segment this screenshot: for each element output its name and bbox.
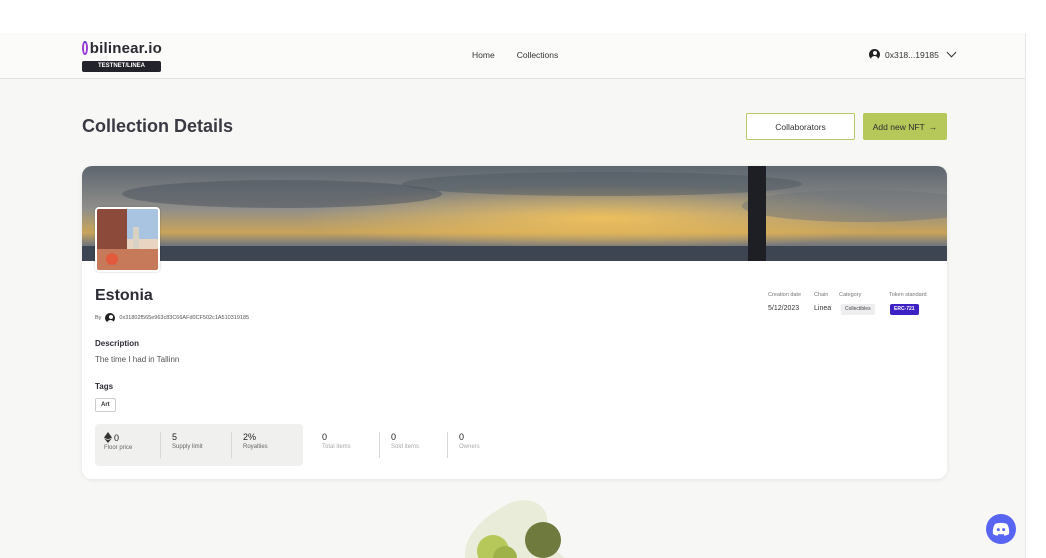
stat-divider bbox=[379, 432, 380, 458]
sold-items-label: Sold items bbox=[391, 444, 420, 450]
wallet-address: 0x318...19185 bbox=[885, 49, 939, 60]
collaborators-button[interactable]: Collaborators bbox=[746, 113, 855, 140]
collection-banner bbox=[82, 166, 947, 261]
tags-label: Tags bbox=[95, 382, 114, 391]
account-icon bbox=[869, 49, 880, 60]
creator-row: By 0x31802f565e963c83C66AFd0CF502c1A5103… bbox=[95, 313, 249, 323]
by-label: By bbox=[95, 315, 102, 321]
add-nft-label: Add new NFT bbox=[872, 121, 925, 132]
chevron-down-icon bbox=[946, 47, 957, 58]
owners-value: 0 bbox=[459, 432, 465, 442]
nav-collections[interactable]: Collections bbox=[517, 50, 559, 60]
main-nav: Home Collections bbox=[472, 50, 558, 60]
supply-limit-label: Supply limit bbox=[172, 444, 203, 450]
wallet-menu[interactable]: 0x318...19185 bbox=[869, 47, 957, 60]
tag-art[interactable]: Art bbox=[95, 398, 116, 412]
sold-items-value: 0 bbox=[391, 432, 397, 442]
owners-label: Owners bbox=[459, 444, 480, 450]
floor-price-stat: 0 Floor price bbox=[104, 432, 132, 451]
category-label: Category bbox=[839, 292, 862, 298]
floor-price-label: Floor price bbox=[104, 445, 133, 451]
page-title: Collection Details bbox=[82, 116, 234, 136]
royalties-value: 2% bbox=[243, 432, 257, 442]
royalties-label: Royalties bbox=[243, 444, 268, 450]
creator-account-icon bbox=[105, 313, 116, 323]
supply-limit-stat: 5 Supply limit bbox=[172, 432, 203, 450]
nav-home[interactable]: Home bbox=[472, 50, 495, 60]
royalties-stat: 2% Royalties bbox=[243, 432, 268, 450]
decorative-illustration bbox=[464, 500, 565, 558]
category-badge: Collectibles bbox=[841, 304, 875, 315]
logo-ring-icon bbox=[82, 41, 88, 55]
discord-icon bbox=[992, 522, 1010, 536]
creation-date-value: 5/12/2023 bbox=[768, 305, 800, 312]
stat-divider bbox=[231, 432, 232, 458]
total-items-label: Total items bbox=[322, 444, 351, 450]
right-scrollbar-area bbox=[1025, 33, 1046, 558]
owners-stat: 0 Owners bbox=[459, 432, 480, 450]
logo[interactable]: bilinear.io TESTNET/LINEA bbox=[82, 40, 162, 72]
logo-text: bilinear.io bbox=[89, 39, 162, 57]
arrow-right-icon: → bbox=[928, 121, 938, 132]
floor-price-value: 0 bbox=[114, 432, 120, 443]
collection-card: Estonia By 0x31802f565e963c83C66AFd0CF50… bbox=[82, 166, 947, 479]
chain-value: Linea bbox=[814, 305, 832, 312]
description-label: Description bbox=[95, 339, 140, 348]
add-nft-button[interactable]: Add new NFT → bbox=[863, 113, 947, 140]
sold-items-stat: 0 Sold items bbox=[391, 432, 419, 450]
collection-name: Estonia bbox=[95, 287, 153, 304]
description-text: The time I had in Tallinn bbox=[95, 355, 180, 364]
token-standard-label: Token standard bbox=[889, 292, 927, 298]
creation-date-label: Creation date bbox=[768, 292, 802, 298]
top-strip bbox=[0, 0, 1046, 33]
supply-limit-value: 5 bbox=[172, 432, 178, 442]
network-badge: TESTNET/LINEA bbox=[82, 61, 161, 72]
token-standard-badge: ERC-721 bbox=[890, 304, 919, 315]
stat-divider bbox=[160, 432, 161, 458]
collection-avatar bbox=[95, 207, 160, 272]
discord-button[interactable] bbox=[986, 514, 1016, 544]
total-items-value: 0 bbox=[322, 432, 328, 442]
chain-label: Chain bbox=[814, 292, 829, 298]
total-items-stat: 0 Total items bbox=[322, 432, 351, 450]
stat-divider bbox=[447, 432, 448, 458]
creator-address[interactable]: 0x31802f565e963c83C66AFd0CF502c1A5103191… bbox=[119, 315, 249, 321]
ethereum-icon bbox=[104, 432, 112, 443]
